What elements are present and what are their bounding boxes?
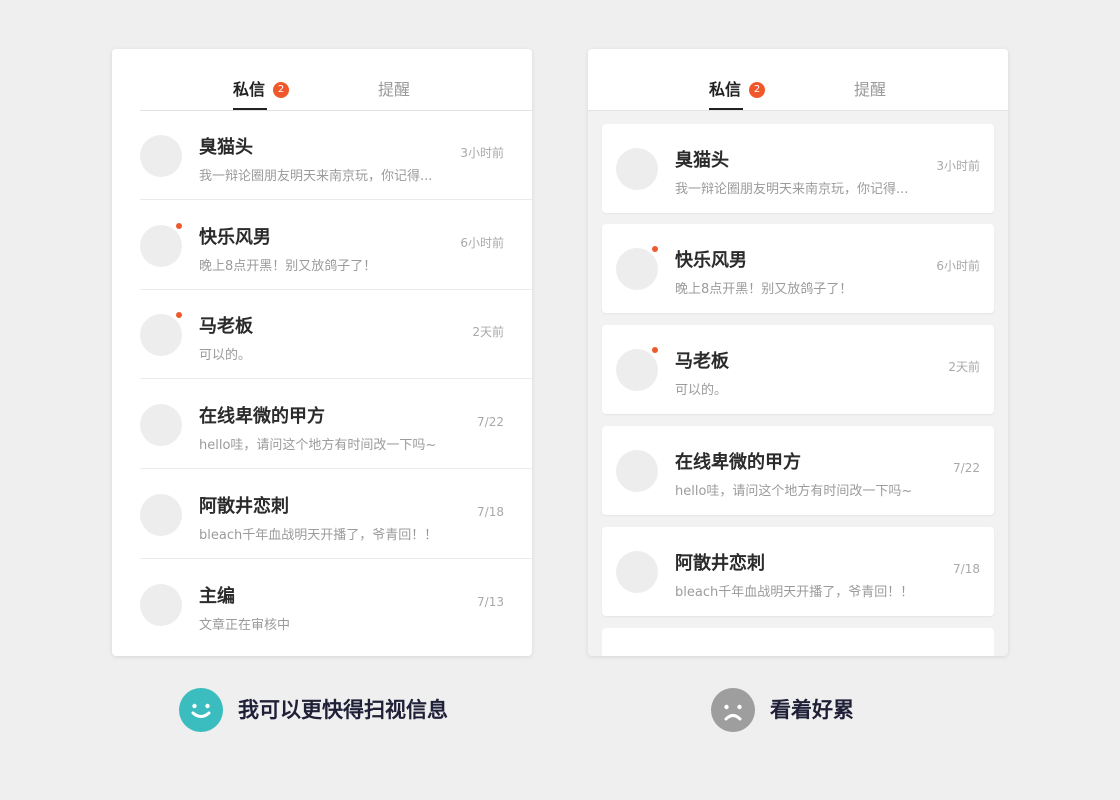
tab-messages-label: 私信 [709,80,742,99]
message-preview: 文章正在审核中 [199,618,291,633]
conversation-row[interactable]: 马老板 可以的。 2天前 [140,290,532,379]
message-time: 2天前 [472,325,504,339]
caption-good: 我可以更快得扫视信息 [179,688,479,732]
message-preview: 我一辩论圈朋友明天来南京玩，你记得... [199,169,433,184]
conversation-row[interactable]: 主编 文章正在审核中 7/13 [140,560,532,649]
message-preview: 可以的。 [199,348,252,363]
message-time: 7/18 [477,505,504,519]
message-time: 7/22 [477,415,504,429]
avatar [140,584,182,626]
message-panel-list-style: 私信 2 提醒 臭猫头 我一辩论圈朋友明天来南京玩，你记得... 3小时前 快乐… [112,49,532,656]
avatar [616,148,658,190]
message-preview: 晚上8点开黑！别又放鸽子了！ [675,282,853,297]
avatar [616,551,658,593]
unread-dot [652,246,658,252]
tab-bar: 私信 2 提醒 [588,49,1008,111]
avatar [140,404,182,446]
conversation-row[interactable]: 臭猫头 我一辩论圈朋友明天来南京玩，你记得... 3小时前 [140,111,532,200]
conversation-card[interactable]: 快乐风男 晚上8点开黑！别又放鸽子了！ 6小时前 [602,224,994,313]
tab-reminders[interactable]: 提醒 [378,77,414,111]
message-panel-card-style: 私信 2 提醒 臭猫头 我一辩论圈朋友明天来南京玩，你记得... 3小时前 快乐… [588,49,1008,656]
contact-name: 阿散井恋刺 [675,553,765,574]
message-preview: 我一辩论圈朋友明天来南京玩，你记得... [675,182,909,197]
contact-name: 在线卑微的甲方 [675,452,801,473]
conversation-card[interactable]: 臭猫头 我一辩论圈朋友明天来南京玩，你记得... 3小时前 [602,124,994,213]
unread-count-badge: 2 [749,82,765,98]
conversation-card[interactable]: 阿散井恋刺 bleach千年血战明天开播了，爷青回！！ 7/18 [602,527,994,616]
tab-messages-label: 私信 [233,80,266,99]
message-time: 6小时前 [460,236,504,250]
message-preview: hello哇，请问这个地方有时间改一下吗~ [675,484,913,499]
avatar [140,225,182,267]
unread-count-badge: 2 [273,82,289,98]
contact-name: 马老板 [199,316,253,337]
unread-dot [652,347,658,353]
avatar [140,314,182,356]
caption-bad-text: 看着好累 [770,698,854,722]
conversation-card[interactable]: 马老板 可以的。 2天前 [602,325,994,414]
tab-messages[interactable]: 私信 2 [233,77,289,111]
avatar [140,135,182,177]
message-time: 7/22 [953,461,980,475]
tab-messages[interactable]: 私信 2 [709,77,765,111]
caption-bad: 看着好累 [711,688,911,732]
conversation-card[interactable]: 在线卑微的甲方 hello哇，请问这个地方有时间改一下吗~ 7/22 [602,426,994,515]
tab-bar-divider [588,110,1008,111]
contact-name: 快乐风男 [675,250,747,271]
contact-name: 主编 [199,586,235,607]
sad-face-icon [711,688,755,732]
happy-face-icon [179,688,223,732]
tab-reminders-label: 提醒 [378,80,411,99]
message-time: 2天前 [948,360,980,374]
message-preview: hello哇，请问这个地方有时间改一下吗~ [199,438,437,453]
tab-bar: 私信 2 提醒 [112,49,532,111]
tab-reminders-label: 提醒 [854,80,887,99]
message-time: 3小时前 [936,159,980,173]
unread-dot [176,223,182,229]
row-divider [140,468,532,469]
contact-name: 马老板 [675,351,729,372]
contact-name: 臭猫头 [199,137,253,158]
message-time: 6小时前 [936,259,980,273]
message-time: 7/18 [953,562,980,576]
caption-good-text: 我可以更快得扫视信息 [238,698,448,722]
avatar [616,450,658,492]
message-preview: 晚上8点开黑！别又放鸽子了！ [199,259,377,274]
message-preview: 可以的。 [675,383,728,398]
contact-name: 臭猫头 [675,150,729,171]
contact-name: 在线卑微的甲方 [199,406,325,427]
avatar [616,349,658,391]
row-divider [140,199,532,200]
unread-dot [176,312,182,318]
message-time: 3小时前 [460,146,504,160]
row-divider [140,378,532,379]
tab-reminders[interactable]: 提醒 [854,77,890,111]
avatar [616,248,658,290]
avatar [140,494,182,536]
message-preview: bleach千年血战明天开播了，爷青回！！ [675,585,914,600]
conversation-row[interactable]: 阿散井恋刺 bleach千年血战明天开播了，爷青回！！ 7/18 [140,470,532,559]
conversation-card-partial[interactable] [602,628,994,656]
row-divider [140,558,532,559]
conversation-row[interactable]: 在线卑微的甲方 hello哇，请问这个地方有时间改一下吗~ 7/22 [140,380,532,469]
message-time: 7/13 [477,595,504,609]
contact-name: 快乐风男 [199,227,271,248]
message-preview: bleach千年血战明天开播了，爷青回！！ [199,528,438,543]
conversation-row[interactable]: 快乐风男 晚上8点开黑！别又放鸽子了！ 6小时前 [140,201,532,290]
contact-name: 阿散井恋刺 [199,496,289,517]
